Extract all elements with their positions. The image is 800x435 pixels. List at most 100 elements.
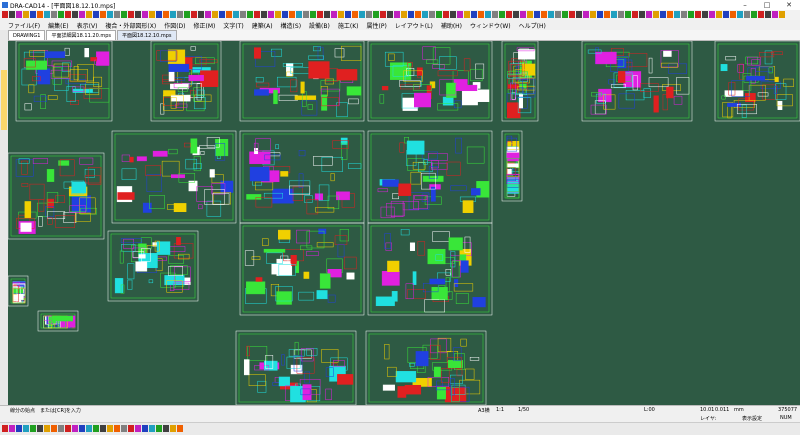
bottom-tool-icon[interactable]: [128, 425, 134, 432]
toolbar-button-icon[interactable]: [604, 11, 610, 18]
drawing-sheet[interactable]: [107, 230, 199, 302]
toolbar-button-icon[interactable]: [702, 11, 708, 18]
layer-indicator[interactable]: L:00: [644, 407, 655, 413]
menu-item-4[interactable]: 作図(D): [164, 21, 185, 30]
toolbar-button-icon[interactable]: [737, 11, 743, 18]
menu-item-1[interactable]: 編集(E): [48, 21, 68, 30]
toolbar-button-icon[interactable]: [499, 11, 505, 18]
toolbar-button-icon[interactable]: [401, 11, 407, 18]
drawing-sheet[interactable]: [714, 41, 800, 122]
toolbar-button-icon[interactable]: [492, 11, 498, 18]
toolbar-button-icon[interactable]: [681, 11, 687, 18]
toolbar-button-icon[interactable]: [275, 11, 281, 18]
toolbar-button-icon[interactable]: [744, 11, 750, 18]
toolbar-button-icon[interactable]: [625, 11, 631, 18]
bottom-tool-icon[interactable]: [72, 425, 78, 432]
toolbar-button-icon[interactable]: [366, 11, 372, 18]
bottom-tool-icon[interactable]: [9, 425, 15, 432]
maximize-button[interactable]: □: [756, 0, 778, 10]
bottom-tool-icon[interactable]: [163, 425, 169, 432]
bottom-tool-icon[interactable]: [107, 425, 113, 432]
bottom-tool-icon[interactable]: [100, 425, 106, 432]
toolbar-button-icon[interactable]: [44, 11, 50, 18]
toolbar-button-icon[interactable]: [513, 11, 519, 18]
toolbar-button-icon[interactable]: [37, 11, 43, 18]
scale-value[interactable]: 1/50: [518, 407, 529, 413]
drawing-sheet[interactable]: [501, 130, 523, 202]
toolbar-button-icon[interactable]: [709, 11, 715, 18]
tab-1[interactable]: 平面詳細図18.11.20.mps: [46, 30, 116, 40]
toolbar-button-icon[interactable]: [667, 11, 673, 18]
bottom-tool-icon[interactable]: [44, 425, 50, 432]
toolbar-button-icon[interactable]: [436, 11, 442, 18]
toolbar-button-icon[interactable]: [779, 11, 785, 18]
toolbar-button-icon[interactable]: [23, 11, 29, 18]
toolbar-button-icon[interactable]: [562, 11, 568, 18]
toolbar-button-icon[interactable]: [632, 11, 638, 18]
drawing-sheet[interactable]: [37, 310, 79, 332]
toolbar-button-icon[interactable]: [310, 11, 316, 18]
drawing-sheet[interactable]: [239, 130, 365, 224]
toolbar-button-icon[interactable]: [79, 11, 85, 18]
drawing-sheet[interactable]: [150, 41, 222, 122]
bottom-tool-icon[interactable]: [142, 425, 148, 432]
toolbar-button-icon[interactable]: [646, 11, 652, 18]
menu-item-12[interactable]: レイアウト(L): [395, 21, 433, 30]
drawing-sheet[interactable]: [367, 130, 493, 224]
toolbar-button-icon[interactable]: [569, 11, 575, 18]
toolbar-button-icon[interactable]: [597, 11, 603, 18]
toolbar-button-icon[interactable]: [688, 11, 694, 18]
close-button[interactable]: ✕: [778, 0, 800, 10]
bottom-tool-icon[interactable]: [93, 425, 99, 432]
bottom-tool-icon[interactable]: [51, 425, 57, 432]
drawing-canvas[interactable]: [8, 41, 800, 405]
toolbar-button-icon[interactable]: [184, 11, 190, 18]
bottom-tool-icon[interactable]: [86, 425, 92, 432]
toolbar-button-icon[interactable]: [16, 11, 22, 18]
menu-item-3[interactable]: 複合・外部図形(X): [105, 21, 156, 30]
menu-item-0[interactable]: ファイル(F): [8, 21, 40, 30]
toolbar-button-icon[interactable]: [576, 11, 582, 18]
toolbar-button-icon[interactable]: [30, 11, 36, 18]
toolbar-button-icon[interactable]: [415, 11, 421, 18]
toolbar-button-icon[interactable]: [128, 11, 134, 18]
toolbar-button-icon[interactable]: [723, 11, 729, 18]
menu-item-13[interactable]: 補助(H): [441, 21, 462, 30]
toolbar-button-icon[interactable]: [359, 11, 365, 18]
menu-item-7[interactable]: 建築(A): [252, 21, 273, 30]
toolbar-button-icon[interactable]: [51, 11, 57, 18]
toolbar-button-icon[interactable]: [149, 11, 155, 18]
bottom-tool-icon[interactable]: [2, 425, 8, 432]
layer-panel-tab[interactable]: [1, 70, 7, 130]
scale-ratio[interactable]: 1:1: [496, 407, 504, 413]
tab-2[interactable]: 平面図18.12.10.mps: [117, 30, 177, 40]
toolbar-button-icon[interactable]: [506, 11, 512, 18]
bottom-tool-icon[interactable]: [156, 425, 162, 432]
toolbar-button-icon[interactable]: [373, 11, 379, 18]
menu-item-8[interactable]: 構造(S): [281, 21, 302, 30]
toolbar-button-icon[interactable]: [233, 11, 239, 18]
toolbar-button-icon[interactable]: [142, 11, 148, 18]
toolbar-button-icon[interactable]: [338, 11, 344, 18]
toolbar-button-icon[interactable]: [268, 11, 274, 18]
toolbar-button-icon[interactable]: [457, 11, 463, 18]
toolbar-button-icon[interactable]: [520, 11, 526, 18]
toolbar-button-icon[interactable]: [121, 11, 127, 18]
toolbar-button-icon[interactable]: [240, 11, 246, 18]
toolbar-button-icon[interactable]: [254, 11, 260, 18]
minimize-button[interactable]: –: [734, 0, 756, 10]
drawing-sheet[interactable]: [367, 41, 493, 122]
toolbar-button-icon[interactable]: [198, 11, 204, 18]
toolbar-button-icon[interactable]: [478, 11, 484, 18]
bottom-tool-icon[interactable]: [65, 425, 71, 432]
drawing-sheet[interactable]: [581, 41, 693, 122]
toolbar-button-icon[interactable]: [135, 11, 141, 18]
drawing-sheet[interactable]: [367, 222, 493, 316]
toolbar-button-icon[interactable]: [695, 11, 701, 18]
bottom-tool-icon[interactable]: [30, 425, 36, 432]
toolbar-button-icon[interactable]: [170, 11, 176, 18]
toolbar-button-icon[interactable]: [471, 11, 477, 18]
toolbar-button-icon[interactable]: [324, 11, 330, 18]
toolbar-button-icon[interactable]: [65, 11, 71, 18]
toolbar-button-icon[interactable]: [653, 11, 659, 18]
